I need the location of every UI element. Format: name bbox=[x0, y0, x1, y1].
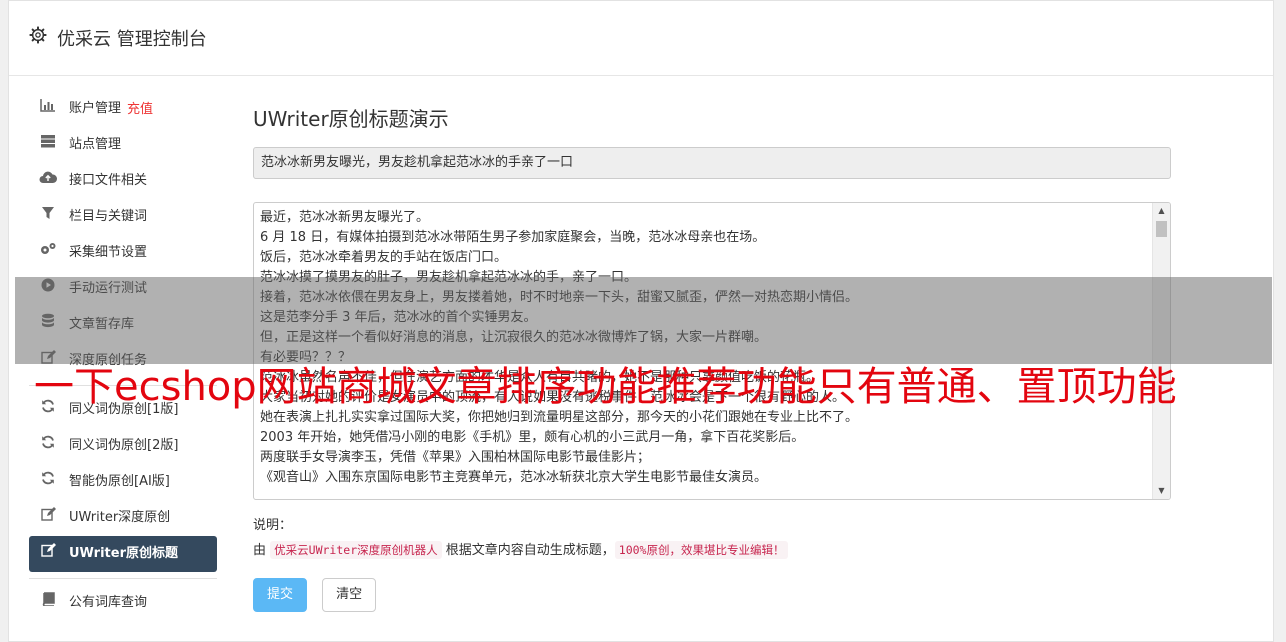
sidebar-divider bbox=[29, 578, 217, 579]
note-text: 由 优采云UWriter深度原创机器人 根据文章内容自动生成标题， 100%原创，… bbox=[253, 539, 1173, 559]
cloud-upload-icon bbox=[39, 163, 58, 199]
edit-icon bbox=[39, 536, 57, 572]
content-line: 《观音山》入围东京国际电影节主竞赛单元，范冰冰斩获北京大学生电影节最佳女演员。 bbox=[260, 470, 768, 485]
sidebar-item-label: 采集细节设置 bbox=[69, 245, 148, 260]
gears-icon bbox=[39, 235, 57, 271]
overlay-headline: 一下ecshop网站商城文章排序功能推荐功能只有普通、置顶功能 bbox=[34, 364, 1177, 410]
sidebar-item-label: 智能伪原创[AI版] bbox=[69, 474, 170, 489]
sidebar-item-label: UWriter原创标题 bbox=[69, 546, 178, 561]
sidebar-item-label: 站点管理 bbox=[69, 137, 122, 152]
bar-chart-icon bbox=[39, 91, 57, 127]
submit-button[interactable]: 提交 bbox=[253, 578, 308, 612]
header: 优采云 管理控制台 bbox=[9, 1, 1273, 76]
sidebar-item-label: 栏目与关键词 bbox=[69, 209, 148, 224]
sidebar-item-label: 公有词库查询 bbox=[69, 595, 148, 610]
sidebar-item-account[interactable]: 账户管理 充值 bbox=[29, 91, 217, 127]
console-title: 优采云 管理控制台 bbox=[57, 29, 207, 50]
note-prefix: 由 bbox=[253, 543, 267, 558]
sidebar-item-sites[interactable]: 站点管理 bbox=[29, 127, 217, 163]
scroll-thumb[interactable] bbox=[1156, 221, 1167, 237]
sidebar-item-label: 接口文件相关 bbox=[69, 173, 148, 188]
note-highlight-robot: 优采云UWriter深度原创机器人 bbox=[270, 541, 442, 559]
sidebar-item-columns-keywords[interactable]: 栏目与关键词 bbox=[29, 199, 217, 235]
edit-icon bbox=[39, 500, 57, 536]
server-icon bbox=[39, 127, 57, 163]
content-line: 最近，范冰冰新男友曝光了。 bbox=[260, 210, 430, 225]
clear-button[interactable]: 清空 bbox=[322, 578, 377, 612]
sidebar-item-label: 同义词伪原创[2版] bbox=[69, 438, 179, 453]
sidebar-item-interface-files[interactable]: 接口文件相关 bbox=[29, 163, 217, 199]
action-buttons: 提交 清空 bbox=[253, 578, 1173, 612]
recharge-link[interactable]: 充值 bbox=[127, 102, 153, 117]
sidebar-item-label: 账户管理 bbox=[69, 101, 122, 116]
sidebar-item-collect-settings[interactable]: 采集细节设置 bbox=[29, 235, 217, 271]
refresh-icon bbox=[39, 428, 57, 464]
scroll-down-arrow-icon[interactable]: ▼ bbox=[1153, 483, 1170, 499]
scroll-up-arrow-icon[interactable]: ▲ bbox=[1153, 203, 1170, 219]
overlay-banner bbox=[15, 277, 1272, 364]
note-label: 说明： bbox=[253, 518, 293, 533]
sidebar-item-uwriter-title[interactable]: UWriter原创标题 bbox=[29, 536, 217, 572]
gear-icon bbox=[29, 26, 47, 44]
content-line: 两度联手女导演李玉，凭借《苹果》入围柏林国际电影节最佳影片； bbox=[260, 450, 651, 465]
sidebar-item-ai-rewrite[interactable]: 智能伪原创[AI版] bbox=[29, 464, 217, 500]
note-middle: 根据文章内容自动生成标题， bbox=[445, 543, 615, 558]
sidebar-item-uwriter-deep[interactable]: UWriter深度原创 bbox=[29, 500, 217, 536]
note-highlight-original: 100%原创，效果堪比专业编辑！ bbox=[614, 541, 789, 559]
sidebar-item-public-lexicon[interactable]: 公有词库查询 bbox=[29, 585, 217, 621]
sidebar-item-synonym-v2[interactable]: 同义词伪原创[2版] bbox=[29, 428, 217, 464]
sidebar-item-label: UWriter深度原创 bbox=[69, 510, 171, 525]
content-line: 6 月 18 日，有媒体拍摄到范冰冰带陌生男子参加家庭聚会，当晚，范冰冰母亲也在… bbox=[260, 230, 766, 245]
refresh-icon bbox=[39, 464, 57, 500]
content-line: 饭后，范冰冰牵着男友的手站在饭店门口。 bbox=[260, 250, 508, 265]
page-title: UWriter原创标题演示 bbox=[253, 107, 449, 131]
content-line: 2003 年开始，她凭借冯小刚的电影《手机》里，颇有心机的小三武月一角，拿下百花… bbox=[260, 430, 805, 445]
filter-icon bbox=[39, 199, 57, 235]
generated-title-field[interactable]: 范冰冰新男友曝光，男友趁机拿起范冰冰的手亲了一口 bbox=[253, 147, 1171, 179]
book-icon bbox=[39, 585, 57, 621]
